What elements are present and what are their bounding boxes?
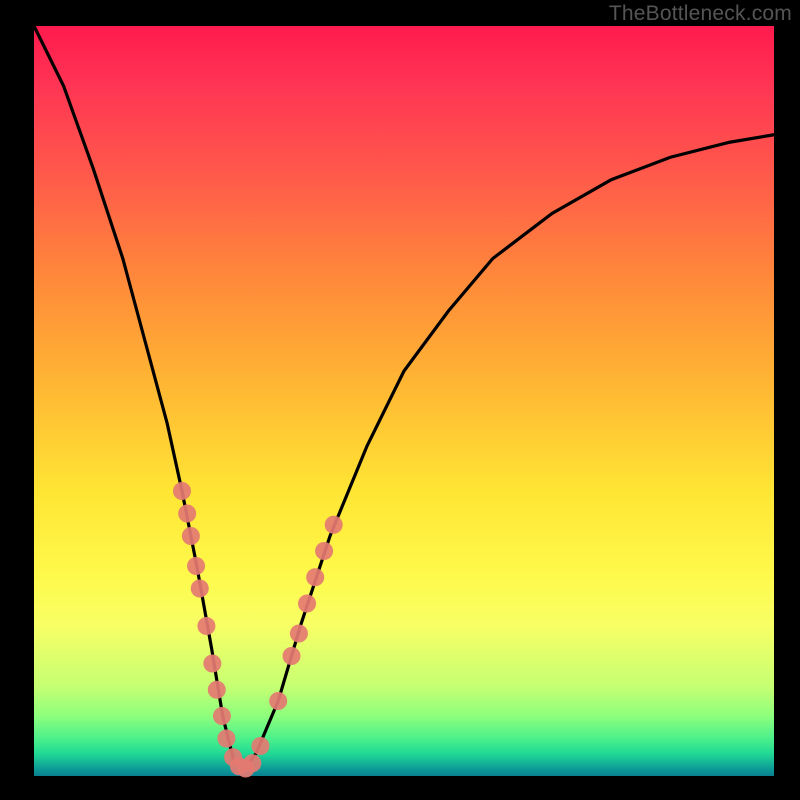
- data-marker: [290, 625, 308, 643]
- data-marker: [306, 568, 324, 586]
- data-marker: [315, 542, 333, 560]
- data-marker: [213, 707, 231, 725]
- data-marker: [182, 527, 200, 545]
- plot-area: [34, 26, 774, 776]
- watermark-text: TheBottleneck.com: [609, 2, 792, 26]
- marker-group: [173, 482, 343, 778]
- chart-frame: TheBottleneck.com: [0, 0, 800, 800]
- data-marker: [217, 730, 235, 748]
- data-marker: [197, 617, 215, 635]
- data-marker: [203, 655, 221, 673]
- data-marker: [191, 580, 209, 598]
- data-marker: [243, 754, 261, 772]
- data-marker: [298, 595, 316, 613]
- bottleneck-curve: [34, 26, 774, 769]
- data-marker: [208, 681, 226, 699]
- curve-svg: [34, 26, 774, 776]
- data-marker: [251, 737, 269, 755]
- data-marker: [269, 692, 287, 710]
- data-marker: [283, 647, 301, 665]
- data-marker: [187, 557, 205, 575]
- data-marker: [178, 505, 196, 523]
- data-marker: [325, 516, 343, 534]
- data-marker: [173, 482, 191, 500]
